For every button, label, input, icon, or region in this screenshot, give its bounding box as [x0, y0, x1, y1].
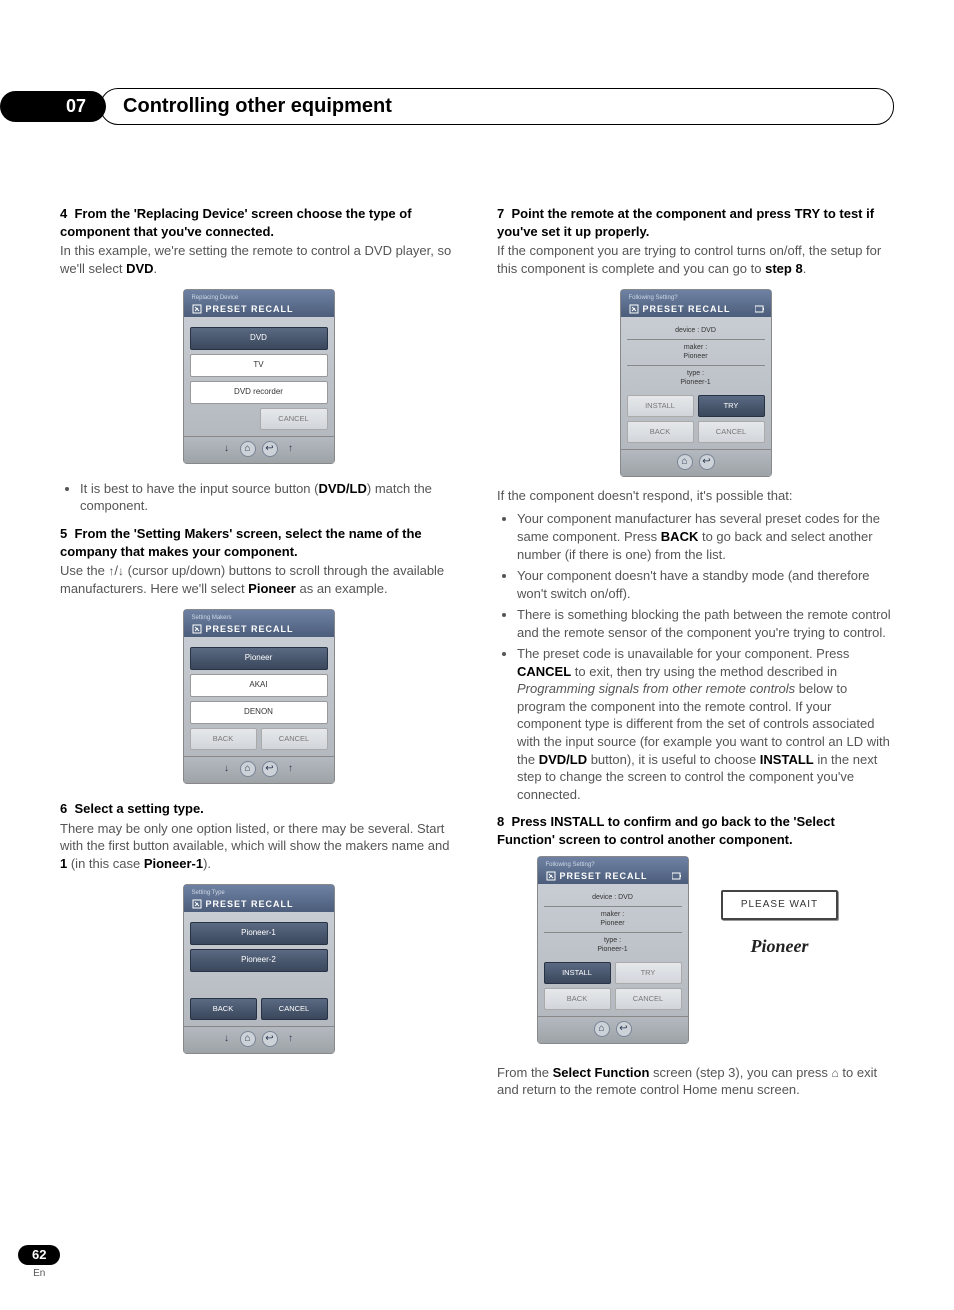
- step-4-note: It is best to have the input source butt…: [80, 480, 457, 515]
- please-wait-panel: PLEASE WAIT Pioneer: [705, 850, 855, 958]
- home-nav-icon[interactable]: ⌂: [240, 441, 256, 457]
- remote-screen-setting-makers: Setting Makers PRESET RECALL Pioneer AKA…: [183, 609, 335, 784]
- option-pioneer-1[interactable]: Pioneer-1: [190, 922, 328, 945]
- remote-icon: [192, 624, 202, 634]
- back-button[interactable]: BACK: [627, 421, 694, 443]
- arrow-up-icon: ↑: [284, 762, 298, 776]
- cancel-button[interactable]: CANCEL: [698, 421, 765, 443]
- option-akai[interactable]: AKAI: [190, 674, 328, 697]
- cancel-button[interactable]: CANCEL: [615, 988, 682, 1010]
- remote-icon: [629, 304, 639, 314]
- screen-d-title: Following Setting?: [629, 294, 765, 302]
- step-7-lead: If the component doesn't respond, it's p…: [497, 487, 894, 505]
- step-4-body: In this example, we're setting the remot…: [60, 242, 457, 277]
- cancel-button[interactable]: CANCEL: [261, 998, 328, 1020]
- back-nav-icon[interactable]: ↩: [262, 1031, 278, 1047]
- step-6-head: 6 Select a setting type.: [60, 800, 457, 818]
- info-device: device : DVD: [544, 890, 682, 906]
- back-nav-icon[interactable]: ↩: [262, 761, 278, 777]
- home-nav-icon[interactable]: ⌂: [594, 1021, 610, 1037]
- home-icon: ⌂: [832, 1066, 839, 1080]
- cancel-button[interactable]: CANCEL: [261, 728, 328, 750]
- home-nav-icon[interactable]: ⌂: [240, 1031, 256, 1047]
- left-column: 4 From the 'Replacing Device' screen cho…: [60, 195, 457, 1105]
- back-nav-icon[interactable]: ↩: [616, 1021, 632, 1037]
- chapter-header: 07 Controlling other equipment: [60, 88, 894, 125]
- install-button[interactable]: INSTALL: [627, 395, 694, 417]
- option-dvd-recorder[interactable]: DVD recorder: [190, 381, 328, 404]
- screen-b-title: Setting Makers: [192, 614, 328, 622]
- screen-a-title: Replacing Device: [192, 294, 328, 302]
- screen-d2-title: Following Setting?: [546, 861, 682, 869]
- remote-screen-replacing-device: Replacing Device PRESET RECALL DVD TV DV…: [183, 289, 335, 464]
- info-device: device : DVD: [627, 323, 765, 339]
- battery-icon: [672, 871, 682, 881]
- step-8-tail: From the Select Function screen (step 3)…: [497, 1064, 894, 1099]
- info-type: type :Pioneer-1: [544, 933, 682, 958]
- remote-screen-setting-type: Setting Type PRESET RECALL Pioneer-1 Pio…: [183, 884, 335, 1054]
- back-button[interactable]: BACK: [190, 728, 257, 750]
- remote-icon: [546, 871, 556, 881]
- step-8-head: 8 Press INSTALL to confirm and go back t…: [497, 813, 894, 848]
- step-4-head: 4 From the 'Replacing Device' screen cho…: [60, 205, 457, 240]
- arrow-up-icon: ↑: [284, 1032, 298, 1046]
- arrow-down-icon: ↓: [220, 1032, 234, 1046]
- step-6-body: There may be only one option listed, or …: [60, 820, 457, 873]
- info-type: type :Pioneer-1: [627, 366, 765, 391]
- back-button[interactable]: BACK: [544, 988, 611, 1010]
- remote-icon: [192, 304, 202, 314]
- chapter-number: 07: [0, 91, 106, 121]
- back-button[interactable]: BACK: [190, 998, 257, 1020]
- back-nav-icon[interactable]: ↩: [699, 454, 715, 470]
- option-tv[interactable]: TV: [190, 354, 328, 377]
- remote-icon: [192, 899, 202, 909]
- battery-icon: [755, 304, 765, 314]
- option-pioneer[interactable]: Pioneer: [190, 647, 328, 670]
- please-wait-label: PLEASE WAIT: [721, 890, 838, 920]
- pioneer-logo: Pioneer: [751, 934, 809, 958]
- try-button[interactable]: TRY: [698, 395, 765, 417]
- home-nav-icon[interactable]: ⌂: [677, 454, 693, 470]
- step-7-bullets: Your component manufacturer has several …: [497, 510, 894, 803]
- cursor-up-icon: ↑: [108, 564, 114, 578]
- step-5-body: Use the ↑/↓ (cursor up/down) buttons to …: [60, 562, 457, 597]
- try-button[interactable]: TRY: [615, 962, 682, 984]
- option-dvd[interactable]: DVD: [190, 327, 328, 350]
- screen-c-title: Setting Type: [192, 889, 328, 897]
- arrow-up-icon: ↑: [284, 442, 298, 456]
- step-7-body: If the component you are trying to contr…: [497, 242, 894, 277]
- info-maker: maker :Pioneer: [627, 340, 765, 366]
- install-button[interactable]: INSTALL: [544, 962, 611, 984]
- page-number: 62 En: [18, 1245, 60, 1280]
- home-nav-icon[interactable]: ⌂: [240, 761, 256, 777]
- step-7-head: 7 Point the remote at the component and …: [497, 205, 894, 240]
- step-5-head: 5 From the 'Setting Makers' screen, sele…: [60, 525, 457, 560]
- arrow-down-icon: ↓: [220, 762, 234, 776]
- remote-screen-following-setting-install: Following Setting? PRESET RECALL device …: [537, 856, 689, 1044]
- back-nav-icon[interactable]: ↩: [262, 441, 278, 457]
- info-maker: maker :Pioneer: [544, 907, 682, 933]
- chapter-title: Controlling other equipment: [100, 88, 894, 125]
- option-pioneer-2[interactable]: Pioneer-2: [190, 949, 328, 972]
- right-column: 7 Point the remote at the component and …: [497, 195, 894, 1105]
- arrow-down-icon: ↓: [220, 442, 234, 456]
- cancel-button[interactable]: CANCEL: [260, 408, 328, 430]
- option-denon[interactable]: DENON: [190, 701, 328, 724]
- remote-screen-following-setting-try: Following Setting? PRESET RECALL device …: [620, 289, 772, 477]
